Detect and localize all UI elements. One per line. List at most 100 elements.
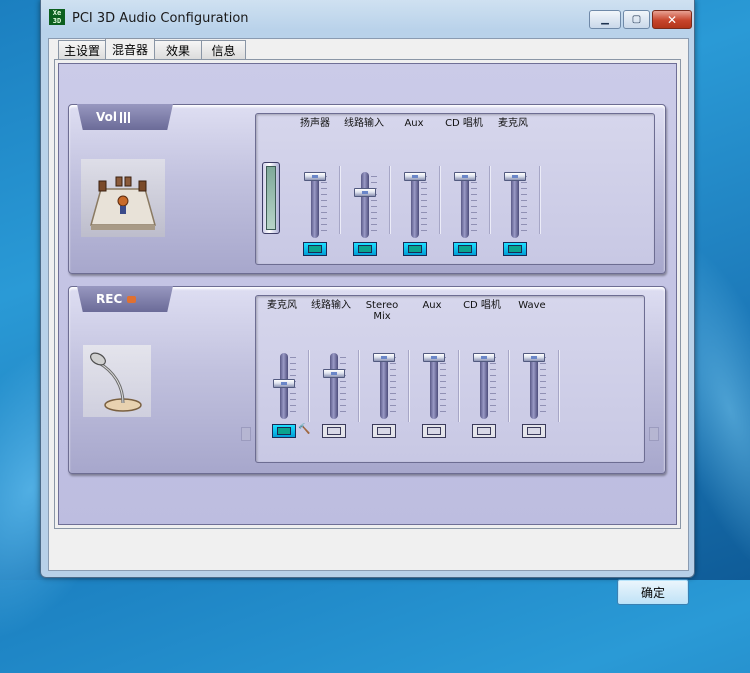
slider-ticks xyxy=(340,357,346,415)
channel-select-indicator xyxy=(377,427,391,435)
microphone-icon xyxy=(90,352,142,412)
tab-info[interactable]: 信息 xyxy=(201,40,246,59)
slider-ticks xyxy=(421,176,427,234)
channel-select-indicator xyxy=(358,245,372,253)
xear-3d-logo-icon: Xe 3D xyxy=(49,9,65,25)
volume-slider-track[interactable] xyxy=(461,172,469,238)
output-level-meter xyxy=(262,162,280,234)
volume-slider-track[interactable] xyxy=(480,353,488,419)
channel-select-button[interactable] xyxy=(303,242,327,256)
channel-select-button[interactable] xyxy=(453,242,477,256)
volume-slider-thumb[interactable] xyxy=(523,353,545,362)
minimize-icon: ▁ xyxy=(601,14,609,25)
channel-separator xyxy=(389,166,391,234)
channel-select-button[interactable] xyxy=(272,424,296,438)
volume-bars-icon xyxy=(120,111,130,123)
volume-slider-track[interactable] xyxy=(361,172,369,238)
volume-slider-thumb[interactable] xyxy=(373,353,395,362)
slider-ticks xyxy=(471,176,477,234)
window-title: PCI 3D Audio Configuration xyxy=(72,11,249,26)
channel-separator xyxy=(458,350,460,422)
channel-select-indicator xyxy=(508,245,522,253)
channel-select-indicator xyxy=(308,245,322,253)
volume-slider-track[interactable] xyxy=(411,172,419,238)
volume-slider-track[interactable] xyxy=(330,353,338,419)
minimize-button[interactable]: ▁ xyxy=(589,10,621,29)
channel-select-indicator xyxy=(477,427,491,435)
channel-select-indicator xyxy=(527,427,541,435)
channel-select-button[interactable] xyxy=(522,424,546,438)
app-window: Xe 3D PCI 3D Audio Configuration ▁ ▢ ✕ 主设… xyxy=(40,0,695,605)
record-channel-strip: 麦克风 线路输入 Stereo Mix Aux CD 唱机 Wave 🔨 xyxy=(255,295,645,463)
channel-select-indicator xyxy=(327,427,341,435)
volume-slider-track[interactable] xyxy=(380,353,388,419)
volume-panel-label: Vol xyxy=(96,110,117,124)
volume-slider-thumb[interactable] xyxy=(323,369,345,378)
slider-ticks xyxy=(371,176,377,234)
close-icon: ✕ xyxy=(666,12,678,27)
speaker-room-icon xyxy=(90,176,156,230)
channel-separator xyxy=(489,166,491,234)
rec-label-wave: Wave xyxy=(518,300,546,311)
speaker-room-picture xyxy=(81,159,165,237)
channel-select-button[interactable] xyxy=(472,424,496,438)
maximize-icon: ▢ xyxy=(631,14,642,25)
channel-label-mic: 麦克风 xyxy=(498,118,528,129)
channel-separator xyxy=(358,350,360,422)
slider-ticks xyxy=(321,176,327,234)
playback-volume-panel: Vol 扬声器 线路输入 Aux CD 唱机 麦克风 xyxy=(68,104,666,274)
channel-select-button[interactable] xyxy=(422,424,446,438)
record-dot-icon xyxy=(127,295,137,303)
channel-select-indicator xyxy=(427,427,441,435)
slider-ticks xyxy=(490,357,496,415)
channel-separator xyxy=(339,166,341,234)
tab-main-settings[interactable]: 主设置 xyxy=(58,40,106,59)
playback-channel-strip: 扬声器 线路输入 Aux CD 唱机 麦克风 xyxy=(255,113,655,265)
volume-panel-tab: Vol xyxy=(77,104,173,130)
volume-slider-thumb[interactable] xyxy=(273,379,295,388)
panel-nub xyxy=(241,427,251,441)
slider-ticks xyxy=(540,357,546,415)
channel-select-indicator xyxy=(458,245,472,253)
volume-slider-thumb[interactable] xyxy=(454,172,476,181)
channel-select-indicator xyxy=(277,427,291,435)
close-button[interactable]: ✕ xyxy=(652,10,692,29)
volume-slider-thumb[interactable] xyxy=(404,172,426,181)
tab-effects[interactable]: 效果 xyxy=(154,40,202,59)
volume-slider-track[interactable] xyxy=(430,353,438,419)
channel-separator xyxy=(508,350,510,422)
title-bar[interactable]: Xe 3D PCI 3D Audio Configuration ▁ ▢ ✕ xyxy=(41,0,694,34)
record-panel-label: REC xyxy=(96,292,123,306)
slider-ticks xyxy=(521,176,527,234)
mixer-tab-page: Vol 扬声器 线路输入 Aux CD 唱机 麦克风 REC 麦克风 线路输入 … xyxy=(54,59,681,529)
record-panel: REC 麦克风 线路输入 Stereo Mix Aux CD 唱机 Wave 🔨 xyxy=(68,286,666,474)
tab-mixer[interactable]: 混音器 xyxy=(105,38,155,59)
slider-ticks xyxy=(390,357,396,415)
channel-separator xyxy=(408,350,410,422)
volume-slider-track[interactable] xyxy=(511,172,519,238)
channel-select-button[interactable] xyxy=(503,242,527,256)
channel-select-button[interactable] xyxy=(403,242,427,256)
record-panel-tab: REC xyxy=(77,286,173,312)
microphone-picture xyxy=(83,345,151,417)
volume-slider-thumb[interactable] xyxy=(423,353,445,362)
volume-slider-thumb[interactable] xyxy=(473,353,495,362)
maximize-button[interactable]: ▢ xyxy=(623,10,650,29)
channel-select-button[interactable] xyxy=(322,424,346,438)
volume-slider-thumb[interactable] xyxy=(354,188,376,197)
channel-separator xyxy=(539,166,541,234)
channel-select-button[interactable] xyxy=(353,242,377,256)
channel-separator xyxy=(558,350,560,422)
volume-slider-thumb[interactable] xyxy=(504,172,526,181)
volume-slider-track[interactable] xyxy=(311,172,319,238)
mic-settings-icon[interactable]: 🔨 xyxy=(298,424,310,436)
volume-slider-track[interactable] xyxy=(530,353,538,419)
channel-select-indicator xyxy=(408,245,422,253)
volume-slider-thumb[interactable] xyxy=(304,172,326,181)
channel-select-button[interactable] xyxy=(372,424,396,438)
panel-nub xyxy=(649,427,659,441)
slider-ticks xyxy=(440,357,446,415)
channel-separator xyxy=(439,166,441,234)
mixer-background: Vol 扬声器 线路输入 Aux CD 唱机 麦克风 REC 麦克风 线路输入 … xyxy=(58,63,677,525)
ok-button[interactable]: 确定 xyxy=(617,579,689,605)
